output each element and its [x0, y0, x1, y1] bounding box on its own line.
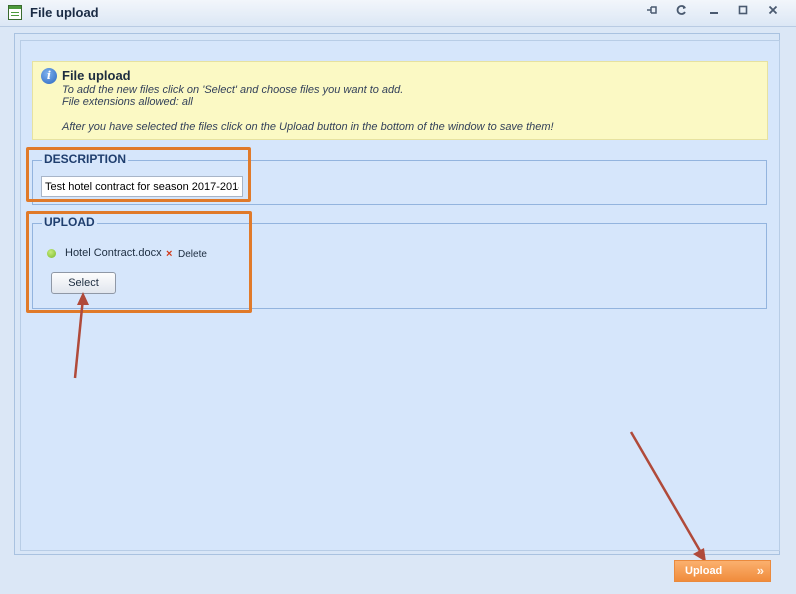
select-arrow: [73, 292, 89, 379]
upload-button-label: Upload: [685, 565, 723, 577]
upload-arrow: [629, 431, 706, 562]
double-chevron-icon: »: [756, 563, 764, 578]
annotation-arrows: [73, 292, 706, 562]
upload-button[interactable]: Upload »: [674, 560, 771, 582]
